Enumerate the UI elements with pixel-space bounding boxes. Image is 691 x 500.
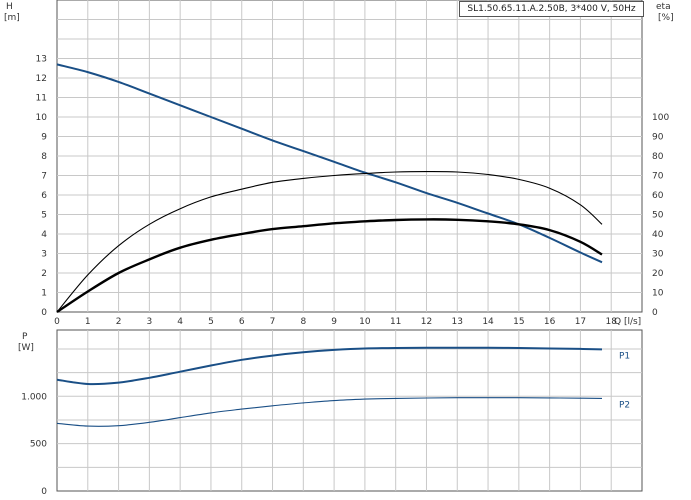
h-tick-label: 9 xyxy=(41,133,47,143)
eta-tick-label: 50 xyxy=(652,211,664,221)
eta-tick-label: 100 xyxy=(652,113,669,123)
eta-tick-label: 40 xyxy=(652,230,664,240)
q-tick-label: 3 xyxy=(147,317,153,327)
q-tick-label: 1 xyxy=(85,317,91,327)
q-tick-label: 16 xyxy=(544,317,556,327)
q-tick-label: 15 xyxy=(513,317,524,327)
eta-tick-label: 10 xyxy=(652,289,664,299)
pump-curve-chart: 0123456789101112130102030405060708090100… xyxy=(4,0,674,497)
eta-tick-label: 80 xyxy=(652,152,664,162)
h-tick-label: 12 xyxy=(36,74,47,84)
top-plot-grid: 0123456789101112130102030405060708090100… xyxy=(36,0,669,327)
q-tick-label: 14 xyxy=(482,317,494,327)
h-tick-label: 3 xyxy=(41,250,47,260)
h-tick-label: 4 xyxy=(41,230,47,240)
p-tick-label: 1.000 xyxy=(21,392,47,402)
h-axis-label: H xyxy=(6,2,13,12)
eta-tick-label: 60 xyxy=(652,191,664,201)
q-tick-label: 4 xyxy=(177,317,183,327)
efficiency-curve-total xyxy=(56,218,603,313)
h-tick-label: 6 xyxy=(41,191,47,201)
top-plot-series xyxy=(56,63,603,313)
bottom-plot-series: P1 P2 xyxy=(56,346,630,427)
q-tick-label: 6 xyxy=(239,317,245,327)
bottom-plot-grid: 0 500 1.000 xyxy=(21,329,643,497)
h-tick-label: 2 xyxy=(41,269,47,279)
q-tick-label: 9 xyxy=(331,317,337,327)
q-tick-label: 8 xyxy=(300,317,306,327)
head-curve xyxy=(56,63,603,264)
eta-tick-label: 20 xyxy=(652,269,664,279)
h-axis-unit: [m] xyxy=(4,13,20,23)
power-curve-p2 xyxy=(56,397,603,427)
h-tick-label: 1 xyxy=(41,289,47,299)
h-tick-label: 13 xyxy=(36,55,47,65)
q-tick-label: 2 xyxy=(116,317,122,327)
eta-tick-label: 0 xyxy=(652,308,658,318)
q-tick-label: 7 xyxy=(270,317,276,327)
q-tick-label: 10 xyxy=(359,317,371,327)
p-axis-label: P xyxy=(22,332,28,342)
q-tick-label: 13 xyxy=(452,317,463,327)
chart-title: SL1.50.65.11.A.2.50B, 3*400 V, 50Hz xyxy=(459,1,644,17)
eta-axis-label: eta xyxy=(656,2,671,12)
eta-tick-label: 30 xyxy=(652,250,664,260)
h-tick-label: 10 xyxy=(36,113,48,123)
q-tick-label: 12 xyxy=(421,317,432,327)
series-label-p2: P2 xyxy=(619,400,630,410)
q-tick-label: 5 xyxy=(208,317,214,327)
h-tick-label: 11 xyxy=(36,94,47,104)
series-label-p1: P1 xyxy=(619,351,630,361)
q-axis-label: Q [l/s] xyxy=(614,317,641,327)
h-tick-label: 0 xyxy=(41,308,47,318)
eta-tick-label: 70 xyxy=(652,172,664,182)
p-tick-label: 0 xyxy=(41,487,47,497)
q-tick-label: 0 xyxy=(54,317,60,327)
eta-axis-unit: [%] xyxy=(658,13,674,23)
h-tick-label: 5 xyxy=(41,211,47,221)
q-tick-label: 11 xyxy=(390,317,401,327)
p-axis-unit: [W] xyxy=(18,343,34,353)
axis-labels: H [m] eta [%] Q [l/s] P [W] xyxy=(4,2,674,353)
h-tick-label: 8 xyxy=(41,152,47,162)
p-tick-label: 500 xyxy=(30,440,47,450)
power-curve-p1 xyxy=(56,346,603,386)
h-tick-label: 7 xyxy=(41,172,47,182)
eta-tick-label: 90 xyxy=(652,133,664,143)
q-tick-label: 17 xyxy=(575,317,586,327)
efficiency-curve-pump xyxy=(56,171,603,313)
